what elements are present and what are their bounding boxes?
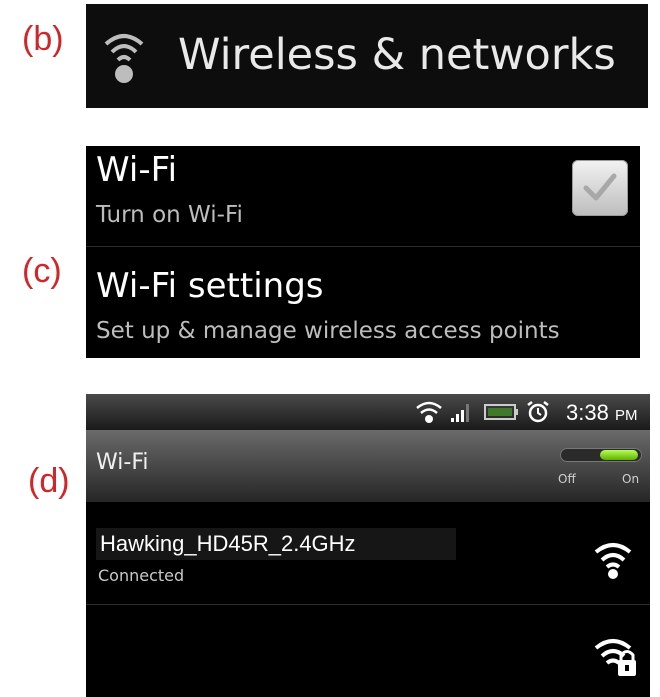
wireless-networks-header[interactable]: Wireless & networks [86,4,648,108]
wifi-secured-icon[interactable] [594,636,638,678]
wifi-toggle-title[interactable]: Wi-Fi [96,150,177,190]
checkmark-icon [583,173,617,201]
wifi-screen: 3:38 PM Wi-Fi Off On Hawking_HD45R_2.4GH… [86,394,650,697]
section-title: Wireless & networks [178,30,616,80]
wifi-toggle-subtitle: Turn on Wi-Fi [96,202,243,228]
wifi-signal-icon [594,543,632,579]
status-bar: 3:38 PM [86,394,650,430]
wifi-settings-subtitle: Set up & manage wireless access points [96,318,560,344]
status-time: 3:38 PM [566,400,637,426]
network-name[interactable]: Hawking_HD45R_2.4GHz [96,528,456,560]
panel-label-b: (b) [22,20,64,58]
divider [86,246,640,247]
wifi-icon [104,34,144,83]
wifi-header: Wi-Fi Off On [86,430,650,502]
divider [86,604,650,605]
battery-icon [484,404,518,420]
wifi-settings-title[interactable]: Wi-Fi settings [96,266,324,306]
toggle-knob [600,450,638,460]
alarm-icon [527,401,549,423]
wifi-header-title: Wi-Fi [96,450,149,475]
time-value: 3:38 [566,400,609,425]
toggle-off-label: Off [558,472,576,486]
network-status: Connected [98,566,185,585]
status-wifi-icon [416,401,442,423]
wifi-settings-list: Wi-Fi Turn on Wi-Fi Wi-Fi settings Set u… [86,146,640,358]
wifi-toggle-switch[interactable] [560,448,642,462]
toggle-on-label: On [622,472,640,486]
panel-label-d: (d) [28,462,70,500]
wifi-checkbox[interactable] [572,160,628,216]
time-ampm: PM [614,407,638,424]
panel-label-c: (c) [22,252,62,290]
signal-strength-icon [451,404,469,422]
